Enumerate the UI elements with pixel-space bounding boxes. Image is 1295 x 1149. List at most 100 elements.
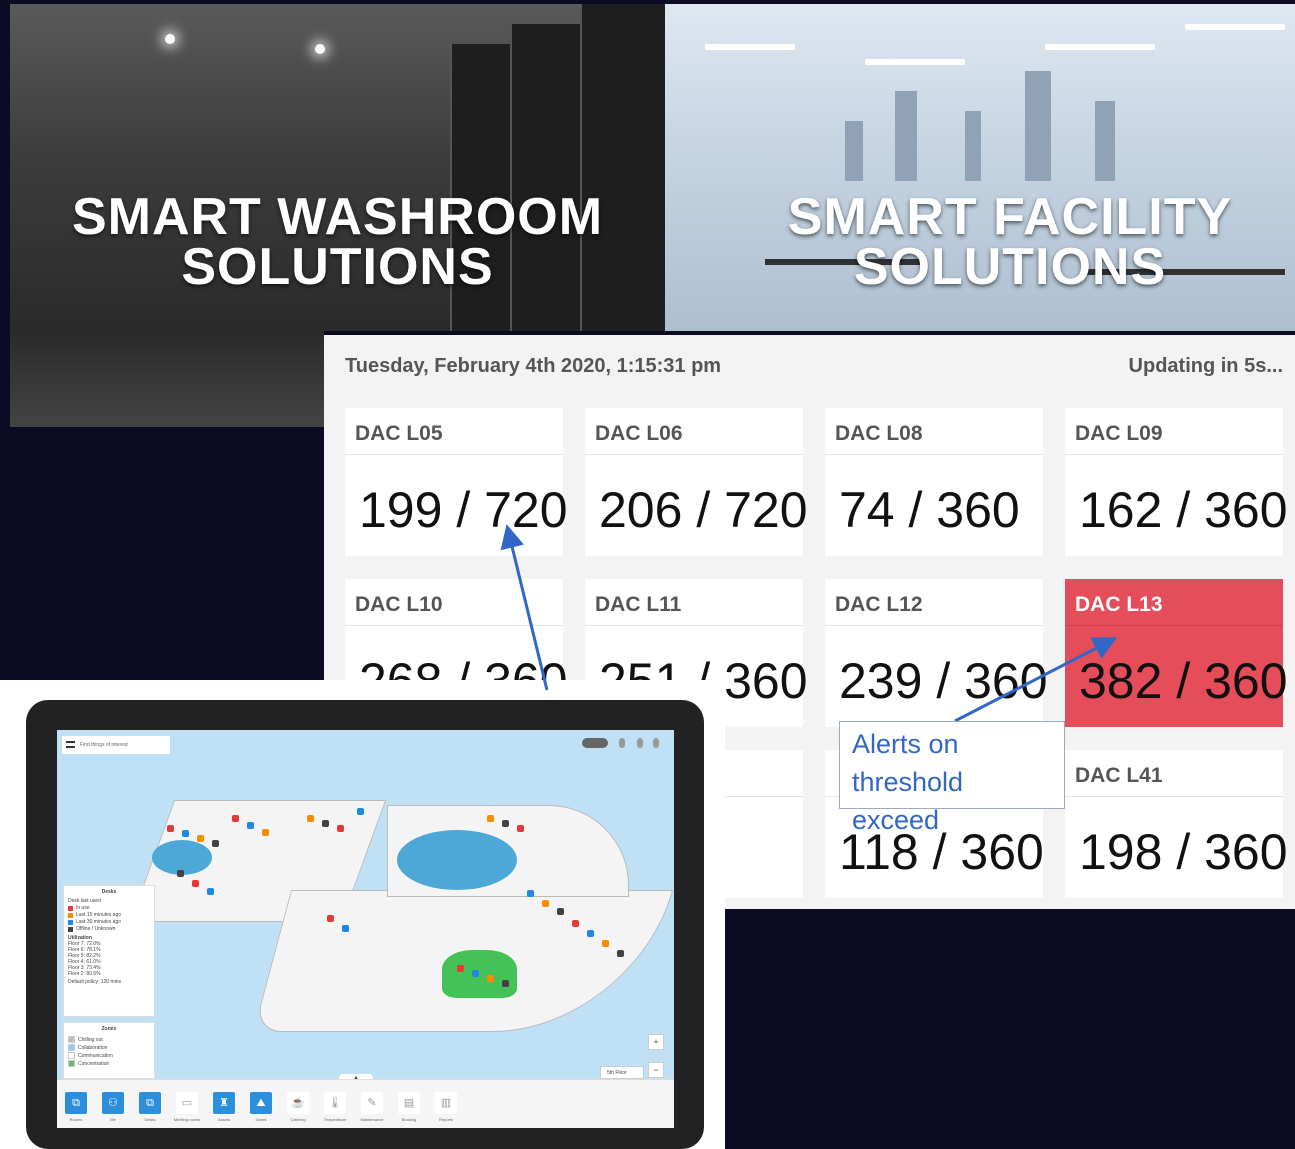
floor-level-select[interactable]: 5th Floor bbox=[600, 1066, 644, 1079]
desk-legend-item: Offline / Unknown bbox=[68, 926, 150, 932]
occupancy-card[interactable]: DAC L09 162 / 360 bbox=[1065, 408, 1288, 556]
desk-seat[interactable] bbox=[542, 900, 549, 907]
occupancy-card[interactable]: DAC L06 206 / 720 bbox=[585, 408, 808, 556]
smart-facility-banner: SMART FACILITY SOLUTIONS bbox=[665, 4, 1295, 331]
desk-seat[interactable] bbox=[322, 820, 329, 827]
desk-seat[interactable] bbox=[527, 890, 534, 897]
desk-seat[interactable] bbox=[307, 815, 314, 822]
desk-seat[interactable] bbox=[587, 930, 594, 937]
desk-seat[interactable] bbox=[212, 840, 219, 847]
desk-seat[interactable] bbox=[177, 870, 184, 877]
zone-legend-item: Chilling out bbox=[68, 1036, 150, 1043]
zoom-out-button[interactable]: − bbox=[648, 1062, 664, 1078]
utilization-row: Floor 2: 80.5% bbox=[68, 971, 101, 977]
toolbar-label: Reports bbox=[438, 1117, 453, 1122]
toolbar-label: Meeting rooms bbox=[173, 1117, 201, 1122]
floorplan-app-screen: Find things of interest Desks Desk last … bbox=[57, 730, 674, 1128]
zones-icon[interactable]: ⛰ bbox=[250, 1092, 272, 1114]
ceiling-lamp bbox=[1045, 44, 1155, 50]
toggle-switch[interactable] bbox=[582, 738, 608, 748]
info-icon[interactable] bbox=[619, 738, 625, 748]
desk-seat[interactable] bbox=[207, 888, 214, 895]
legend-swatch bbox=[68, 1036, 75, 1043]
city-building bbox=[965, 111, 981, 181]
desk-seat[interactable] bbox=[192, 880, 199, 887]
occupancy-card[interactable]: DAC L12 239 / 360 bbox=[825, 579, 1048, 727]
desks-panel-title[interactable]: Desks bbox=[64, 886, 154, 898]
desk-seat[interactable] bbox=[247, 822, 254, 829]
ceiling-light-icon bbox=[165, 34, 175, 44]
desk-seat[interactable] bbox=[182, 830, 189, 837]
ceiling-lamp bbox=[705, 44, 795, 50]
desk-seat[interactable] bbox=[327, 915, 334, 922]
toolbar-label: Booking bbox=[401, 1117, 417, 1122]
update-countdown: Updating in 5s... bbox=[1128, 355, 1283, 377]
card-divider bbox=[1065, 625, 1283, 626]
city-building bbox=[845, 121, 863, 181]
report-icon[interactable]: ▥ bbox=[435, 1092, 457, 1114]
toolbar-label: Zones bbox=[255, 1117, 267, 1122]
desks-icon[interactable]: ⧉ bbox=[139, 1092, 161, 1114]
facility-icon[interactable]: ♜ bbox=[213, 1092, 235, 1114]
toolbar-label: Assets bbox=[217, 1117, 230, 1122]
city-building bbox=[1095, 101, 1115, 181]
zone-legend-item: Concentration bbox=[68, 1060, 150, 1067]
card-occupancy-value: 382 / 360 bbox=[1079, 653, 1288, 709]
desk-seat[interactable] bbox=[197, 835, 204, 842]
legend-swatch bbox=[68, 919, 73, 925]
desk-seat[interactable] bbox=[262, 829, 269, 836]
display-icon[interactable]: ▭ bbox=[176, 1092, 198, 1114]
desk-seat[interactable] bbox=[357, 808, 364, 815]
user-icon[interactable] bbox=[637, 738, 643, 748]
desk-seat[interactable] bbox=[517, 825, 524, 832]
desk-seat[interactable] bbox=[167, 825, 174, 832]
card-divider bbox=[585, 625, 803, 626]
people-icon[interactable]: ⚇ bbox=[102, 1092, 124, 1114]
desk-seat[interactable] bbox=[557, 908, 564, 915]
desk-seat[interactable] bbox=[457, 965, 464, 972]
dashboard-datetime: Tuesday, February 4th 2020, 1:15:31 pm bbox=[345, 355, 722, 377]
desk-seat[interactable] bbox=[337, 825, 344, 832]
card-occupancy-value: 199 / 720 bbox=[359, 482, 568, 538]
ceiling-lamp bbox=[865, 59, 965, 65]
desk-seat[interactable] bbox=[617, 950, 624, 957]
desk-seat[interactable] bbox=[502, 820, 509, 827]
legend-label: Last 30 minutes ago bbox=[76, 919, 122, 925]
card-name: DAC L13 bbox=[1075, 593, 1163, 616]
desk-seat[interactable] bbox=[487, 815, 494, 822]
desk-seat[interactable] bbox=[502, 980, 509, 987]
occupancy-card[interactable]: DAC L41 198 / 360 bbox=[1065, 750, 1288, 898]
zone-legend-item: Communication bbox=[68, 1052, 150, 1059]
menu-icon[interactable] bbox=[66, 741, 75, 748]
booking-icon[interactable]: ▤ bbox=[398, 1092, 420, 1114]
desk-seat[interactable] bbox=[232, 815, 239, 822]
temperature-icon[interactable]: 🌡 bbox=[324, 1092, 346, 1114]
search-bar[interactable]: Find things of interest bbox=[62, 736, 170, 754]
expand-icon[interactable] bbox=[653, 738, 659, 748]
occupancy-card[interactable]: DAC L08 74 / 360 bbox=[825, 408, 1043, 556]
toolbar-label: Rooms bbox=[69, 1117, 83, 1122]
desk-seat[interactable] bbox=[487, 975, 494, 982]
card-divider bbox=[585, 454, 803, 455]
card-name: DAC L09 bbox=[1075, 422, 1163, 445]
desk-seat[interactable] bbox=[572, 920, 579, 927]
bottom-toolbar: ⧉ Rooms ⚇ Me ⧉ Desks ▭ Meeting rooms ♜ Assets ⛰ Zon… bbox=[57, 1079, 674, 1128]
desk-seat[interactable] bbox=[602, 940, 609, 947]
desk-seat[interactable] bbox=[472, 970, 479, 977]
desk-legend-item: Last 15 minutes ago bbox=[68, 912, 150, 918]
legend-label: Collaboration bbox=[78, 1044, 108, 1051]
alert-callout: Alerts on threshold exceed bbox=[839, 721, 1065, 835]
rooms-icon[interactable]: ⧉ bbox=[65, 1092, 87, 1114]
desk-seat[interactable] bbox=[342, 925, 349, 932]
catering-icon[interactable]: ☕ bbox=[287, 1092, 309, 1114]
occupancy-card-alert[interactable]: DAC L13 382 / 360 bbox=[1065, 579, 1288, 727]
card-name: DAC L41 bbox=[1075, 764, 1163, 787]
zoom-in-button[interactable]: + bbox=[648, 1034, 664, 1050]
legend-label: Chilling out bbox=[78, 1036, 103, 1043]
occupancy-card[interactable]: DAC L05 199 / 720 bbox=[345, 408, 568, 556]
zones-panel-title[interactable]: Zones bbox=[64, 1023, 154, 1035]
washroom-title: SMART WASHROOM SOLUTIONS bbox=[71, 188, 604, 296]
concentration-zone[interactable] bbox=[442, 950, 517, 998]
atrium-void bbox=[397, 830, 517, 890]
maintenance-icon[interactable]: ✎ bbox=[361, 1092, 383, 1114]
